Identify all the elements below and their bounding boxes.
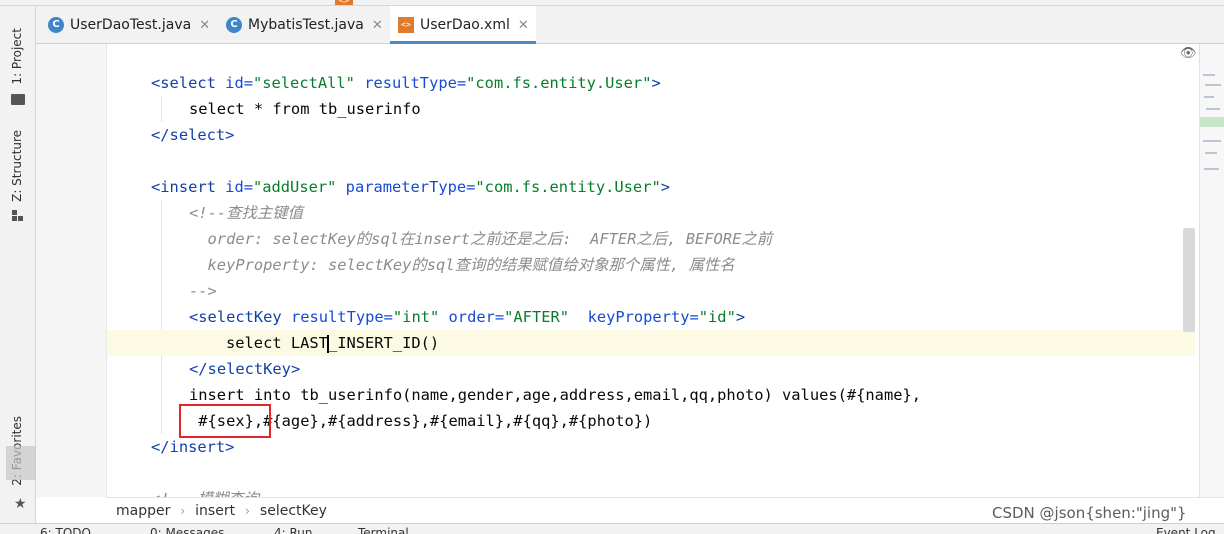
editor-tabs: C UserDaoTest.java ✕ C MybatisTest.java … [36, 6, 1224, 44]
close-icon[interactable]: ✕ [518, 18, 529, 33]
vertical-scrollbar[interactable] [1183, 228, 1195, 332]
code-text: </select> [151, 126, 235, 144]
code-line: 29 <select id="selectAll" resultType="co… [107, 70, 1195, 96]
code-text: <select id="selectAll" resultType="com.f… [151, 74, 661, 92]
code-line: 30 select * from tb_userinfo [107, 96, 1195, 122]
java-class-icon: C [48, 17, 64, 33]
bottom-tool-bar: 6: TODO 0: Messages 4: Run Terminal Even… [0, 523, 1224, 534]
comment-text: order: selectKey的sql在insert之前还是之后: AFTER… [189, 230, 773, 248]
comment-text: <!-- 模糊查询 [151, 486, 259, 497]
tab-mybatistest[interactable]: C MybatisTest.java ✕ [218, 6, 388, 44]
chevron-right-icon: › [180, 503, 186, 518]
breadcrumb-item[interactable]: selectKey [260, 503, 327, 519]
minimap[interactable] [1199, 44, 1224, 497]
code-line: 37 --> [107, 278, 1195, 304]
watermark: CSDN @json{shen:"jing"} [992, 504, 1187, 522]
minimap-line [1204, 168, 1219, 170]
terminal-tool-button[interactable]: Terminal [358, 526, 409, 534]
minimap-line [1204, 96, 1214, 98]
tab-label: UserDao.xml [420, 17, 510, 33]
code-line: 35 order: selectKey的sql在insert之前还是之后: AF… [107, 226, 1195, 252]
eye-icon[interactable]: 👁 [1180, 46, 1197, 61]
comment-text: <!--查找主键值 [189, 204, 304, 222]
code-line: 33 <insert id="addUser" parameterType="c… [107, 174, 1195, 200]
minimap-line [1205, 84, 1221, 86]
todo-tool-button[interactable]: 6: TODO [40, 526, 91, 534]
xml-file-icon: <> [335, 0, 353, 5]
event-log-button[interactable]: Event Log [1156, 526, 1216, 534]
tab-label: MybatisTest.java [248, 17, 364, 33]
comment-text: keyProperty: selectKey的sql查询的结果赋值给对象那个属性… [189, 256, 735, 274]
tab-userdao-xml[interactable]: <> UserDao.xml ✕ [390, 6, 536, 44]
close-icon[interactable]: ✕ [372, 18, 383, 33]
minimap-line [1203, 74, 1215, 76]
messages-tool-button[interactable]: 0: Messages [150, 526, 224, 534]
tab-userdaotest[interactable]: C UserDaoTest.java ✕ [40, 6, 212, 44]
code-line: 36 keyProperty: selectKey的sql查询的结果赋值给对象那… [107, 252, 1195, 278]
code-line: 44 [107, 460, 1195, 486]
line-number-gutter [36, 44, 106, 497]
code-text: <selectKey resultType="int" order="AFTER… [189, 308, 746, 326]
comment-text: --> [189, 282, 217, 300]
star-icon: ★ [14, 496, 27, 512]
code-line: 32 [107, 148, 1195, 174]
structure-tool-button[interactable]: Z: Structure [10, 130, 24, 202]
code-line: 31 </select> [107, 122, 1195, 148]
code-text: select LAST_INSERT_ID() [226, 334, 440, 353]
minimap-line [1203, 140, 1221, 142]
minimap-change-marker [1200, 117, 1224, 127]
highlight-box [179, 404, 271, 438]
code-line: 34 <!--查找主键值 [107, 200, 1195, 226]
folder-icon [11, 94, 25, 105]
breadcrumb-item[interactable]: insert [195, 503, 235, 519]
structure-icon [12, 210, 24, 222]
close-icon[interactable]: ✕ [199, 18, 210, 33]
breadcrumb-item[interactable]: mapper [116, 503, 170, 519]
project-tool-button[interactable]: 1: Project [10, 28, 24, 85]
code-text: select * from tb_userinfo [189, 100, 421, 118]
current-line: 39 select LAST_INSERT_ID() [107, 330, 1195, 356]
code-text: <insert id="addUser" parameterType="com.… [151, 178, 671, 196]
tab-label: UserDaoTest.java [70, 17, 192, 33]
code-line: 28 [107, 44, 1195, 70]
code-text: insert into tb_userinfo(name,gender,age,… [189, 386, 922, 404]
structure-tool-label: Z: Structure [10, 130, 24, 202]
code-text: </selectKey> [189, 360, 301, 378]
left-tool-strip: 1: Project Z: Structure 2: Favorites ★ [0, 6, 36, 524]
minimap-line [1205, 152, 1217, 154]
code-line: 40 </selectKey> [107, 356, 1195, 382]
xml-file-icon: <> [398, 17, 414, 33]
code-line: 38 <selectKey resultType="int" order="AF… [107, 304, 1195, 330]
java-class-icon: C [226, 17, 242, 33]
drag-handle-icon[interactable] [6, 446, 36, 480]
run-tool-button[interactable]: 4: Run [274, 526, 313, 534]
project-tool-label: 1: Project [10, 28, 24, 85]
code-line: 45 <!-- 模糊查询 [107, 486, 1195, 497]
minimap-line [1206, 108, 1220, 110]
chevron-right-icon: › [245, 503, 250, 518]
